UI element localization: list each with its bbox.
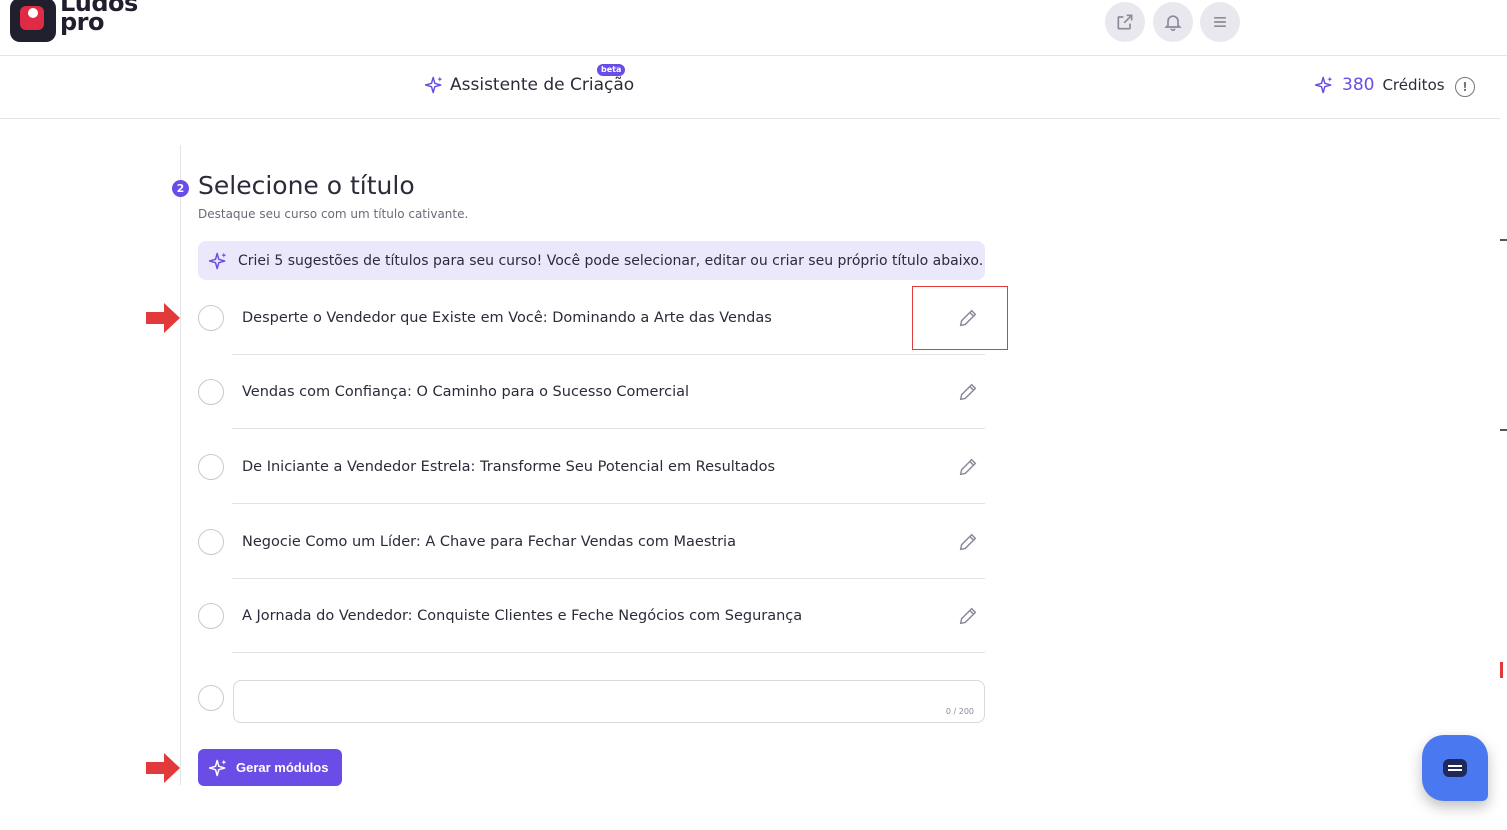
logo-mark-icon: [10, 0, 56, 42]
edge-red-mark: [1500, 662, 1503, 678]
pencil-icon: [959, 383, 977, 401]
edit-title-button[interactable]: [957, 381, 979, 403]
title-option-label: A Jornada do Vendedor: Conquiste Cliente…: [242, 608, 803, 624]
notifications-button[interactable]: [1153, 2, 1193, 42]
beta-badge: beta: [597, 64, 626, 76]
menu-button[interactable]: [1200, 2, 1240, 42]
sparkle-icon: [208, 759, 227, 776]
title-option[interactable]: Negocie Como um Líder: A Chave para Fech…: [198, 505, 985, 579]
radio-button[interactable]: [198, 454, 224, 480]
edit-title-button[interactable]: [957, 456, 979, 478]
title-option[interactable]: De Iniciante a Vendedor Estrela: Transfo…: [198, 430, 985, 504]
external-link-button[interactable]: [1105, 2, 1145, 42]
sparkle-icon: [424, 76, 443, 94]
title-option[interactable]: A Jornada do Vendedor: Conquiste Cliente…: [198, 579, 985, 653]
hint-text: Criei 5 sugestões de títulos para seu cu…: [238, 252, 984, 269]
title-option-label: Negocie Como um Líder: A Chave para Fech…: [242, 534, 736, 550]
custom-title-input[interactable]: 0 / 200: [233, 680, 985, 723]
character-counter: 0 / 200: [945, 707, 974, 716]
chat-icon: [1443, 759, 1467, 777]
ai-hint-banner: Criei 5 sugestões de títulos para seu cu…: [198, 241, 985, 280]
edge-mark: [1500, 429, 1507, 431]
step-number-badge: 2: [172, 180, 189, 197]
radio-button[interactable]: [198, 379, 224, 405]
divider: [232, 428, 985, 429]
page-title: Selecione o título: [198, 171, 415, 200]
assistant-label: Assistente de Criação: [450, 75, 635, 95]
annotation-arrow-icon: [146, 753, 180, 783]
credits-display: 380 Créditos: [1314, 75, 1445, 95]
title-option-label: Desperte o Vendedor que Existe em Você: …: [242, 310, 772, 326]
chat-widget-button[interactable]: [1422, 735, 1488, 801]
radio-button[interactable]: [198, 305, 224, 331]
edit-title-button[interactable]: [957, 531, 979, 553]
title-option[interactable]: Vendas com Confiança: O Caminho para o S…: [198, 355, 985, 429]
pencil-icon: [959, 458, 977, 476]
generate-modules-label: Gerar módulos: [236, 760, 329, 775]
sparkle-icon: [208, 252, 227, 269]
custom-title-radio[interactable]: [198, 685, 224, 711]
divider: [232, 652, 985, 653]
pencil-icon: [959, 607, 977, 625]
title-option-label: Vendas com Confiança: O Caminho para o S…: [242, 384, 690, 400]
radio-button[interactable]: [198, 603, 224, 629]
generate-modules-button[interactable]: Gerar módulos: [198, 749, 342, 786]
credits-value: 380: [1342, 75, 1375, 95]
title-option-label: De Iniciante a Vendedor Estrela: Transfo…: [242, 459, 775, 475]
bell-icon: [1164, 15, 1182, 32]
title-option[interactable]: Desperte o Vendedor que Existe em Você: …: [198, 281, 985, 355]
menu-icon: [1214, 17, 1226, 27]
assistant-header: Assistente de Criação beta 380 Créditos …: [0, 57, 1500, 119]
edit-title-button[interactable]: [957, 605, 979, 627]
credits-label: Créditos: [1382, 76, 1445, 94]
top-bar: Ludos pro: [0, 0, 1507, 56]
page-subtitle: Destaque seu curso com um título cativan…: [198, 207, 469, 221]
annotation-highlight-box: [912, 286, 1008, 350]
ludos-pro-logo[interactable]: Ludos pro: [10, 0, 140, 46]
logo-text: Ludos pro: [60, 0, 138, 36]
edge-mark: [1500, 239, 1507, 241]
annotation-arrow-icon: [146, 303, 180, 333]
pencil-icon: [959, 533, 977, 551]
radio-button[interactable]: [198, 529, 224, 555]
external-link-icon: [1117, 14, 1133, 30]
sparkle-icon: [1314, 76, 1333, 94]
timeline-line: [180, 145, 181, 785]
divider: [232, 503, 985, 504]
assistant-tab[interactable]: Assistente de Criação: [424, 75, 634, 95]
info-icon[interactable]: !: [1455, 77, 1475, 97]
